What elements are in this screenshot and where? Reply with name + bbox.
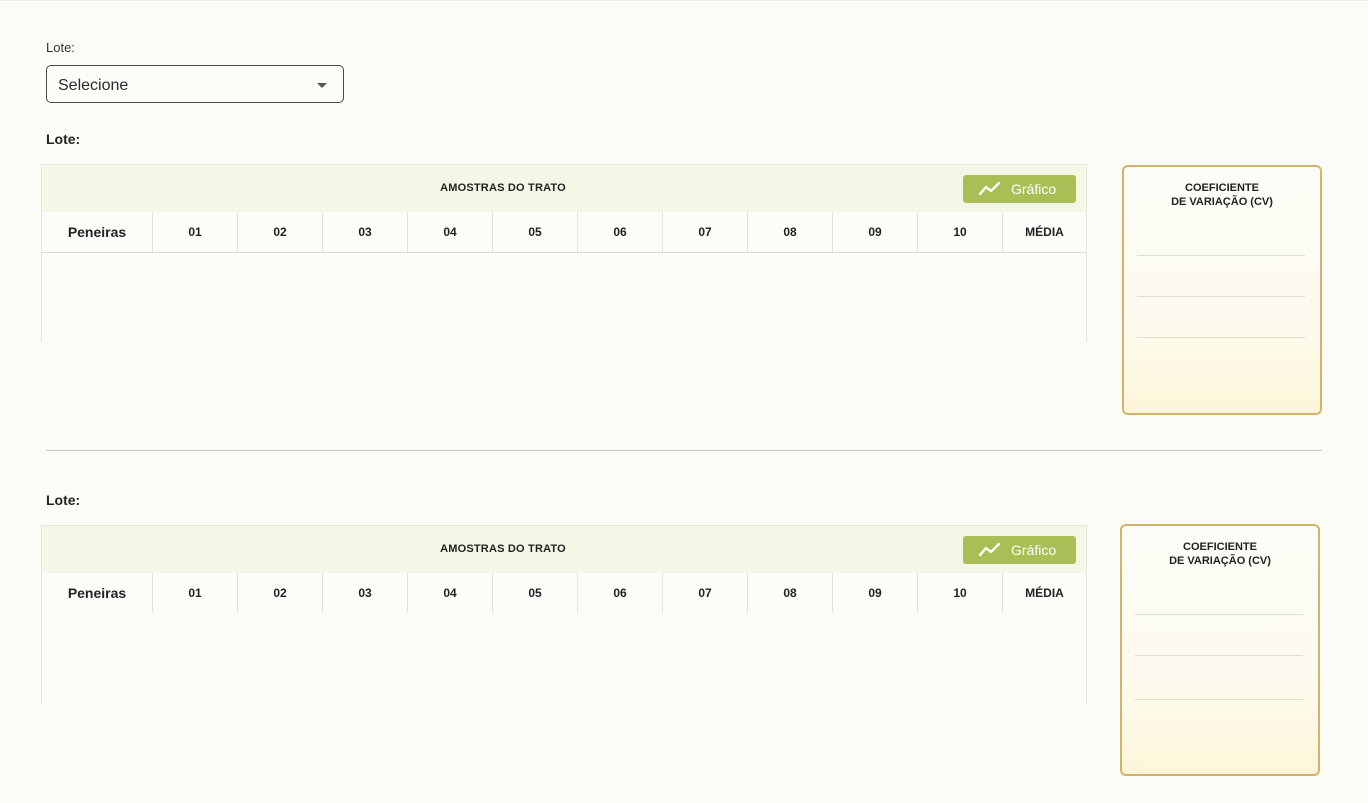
column-header: 02 bbox=[238, 573, 323, 613]
cv-line bbox=[1135, 614, 1303, 615]
cv-title-line1: COEFICIENTE bbox=[1185, 182, 1259, 194]
cv-line bbox=[1135, 699, 1303, 700]
chart-button[interactable]: Gráfico bbox=[963, 536, 1076, 564]
cv-title: COEFICIENTE DE VARIAÇÃO (CV) bbox=[1124, 181, 1320, 209]
column-header: 03 bbox=[323, 212, 408, 252]
column-header: MÉDIA bbox=[1025, 586, 1064, 600]
chart-button[interactable]: Gráfico bbox=[963, 175, 1076, 203]
column-header: 02 bbox=[238, 212, 323, 252]
column-header: 03 bbox=[323, 573, 408, 613]
column-header: 08 bbox=[748, 212, 833, 252]
column-header: 10 bbox=[918, 212, 1003, 252]
column-header: 06 bbox=[578, 573, 663, 613]
section-lote-title: Lote: bbox=[46, 131, 81, 147]
column-header: 08 bbox=[748, 573, 833, 613]
cv-box: COEFICIENTE DE VARIAÇÃO (CV) bbox=[1122, 165, 1322, 415]
cv-line bbox=[1137, 255, 1305, 256]
column-header: 04 bbox=[408, 573, 493, 613]
column-header: 07 bbox=[663, 573, 748, 613]
samples-table-header: AMOSTRAS DO TRATO Gráfico bbox=[42, 526, 1086, 573]
column-header: 07 bbox=[663, 212, 748, 252]
column-header: 10 bbox=[918, 573, 1003, 613]
column-header: 05 bbox=[493, 573, 578, 613]
column-header: 01 bbox=[153, 212, 238, 252]
line-chart-icon bbox=[979, 543, 1001, 557]
cv-title-line1: COEFICIENTE bbox=[1183, 541, 1257, 553]
top-border bbox=[0, 0, 1368, 1]
chart-button-label: Gráfico bbox=[1011, 181, 1057, 197]
column-header: MÉDIA bbox=[1025, 225, 1064, 239]
cv-line bbox=[1135, 655, 1303, 656]
samples-table-header: AMOSTRAS DO TRATO Gráfico bbox=[42, 165, 1086, 212]
column-header: 04 bbox=[408, 212, 493, 252]
line-chart-icon bbox=[979, 182, 1001, 196]
cv-title-line2: DE VARIAÇÃO (CV) bbox=[1169, 555, 1271, 567]
column-header: Peneiras bbox=[42, 573, 153, 613]
column-header: 09 bbox=[833, 212, 918, 252]
column-header: 05 bbox=[493, 212, 578, 252]
chart-button-label: Gráfico bbox=[1011, 542, 1057, 558]
cv-title-line2: DE VARIAÇÃO (CV) bbox=[1171, 196, 1273, 208]
cv-line bbox=[1137, 296, 1305, 297]
lote-select[interactable]: Selecione bbox=[46, 65, 344, 103]
samples-table-title: AMOSTRAS DO TRATO bbox=[440, 543, 566, 555]
samples-table: AMOSTRAS DO TRATO Gráfico Peneiras 01 02… bbox=[41, 164, 1087, 342]
column-header: Peneiras bbox=[42, 212, 153, 252]
samples-table-title: AMOSTRAS DO TRATO bbox=[440, 182, 566, 194]
section-divider bbox=[46, 450, 1322, 451]
cv-box: COEFICIENTE DE VARIAÇÃO (CV) bbox=[1120, 524, 1320, 776]
caret-down-icon bbox=[317, 83, 327, 88]
lote-select-label: Lote: bbox=[46, 40, 75, 55]
table-column-headers: Peneiras 01 02 03 04 05 06 07 08 09 10 M… bbox=[42, 573, 1086, 613]
samples-table: AMOSTRAS DO TRATO Gráfico Peneiras 01 02… bbox=[41, 525, 1087, 703]
column-header: 01 bbox=[153, 573, 238, 613]
table-column-headers: Peneiras 01 02 03 04 05 06 07 08 09 10 M… bbox=[42, 212, 1086, 253]
section-lote-title: Lote: bbox=[46, 492, 81, 508]
cv-title: COEFICIENTE DE VARIAÇÃO (CV) bbox=[1122, 540, 1318, 568]
lote-select-value: Selecione bbox=[58, 77, 129, 94]
column-header: 09 bbox=[833, 573, 918, 613]
column-header: 06 bbox=[578, 212, 663, 252]
cv-line bbox=[1137, 337, 1305, 338]
